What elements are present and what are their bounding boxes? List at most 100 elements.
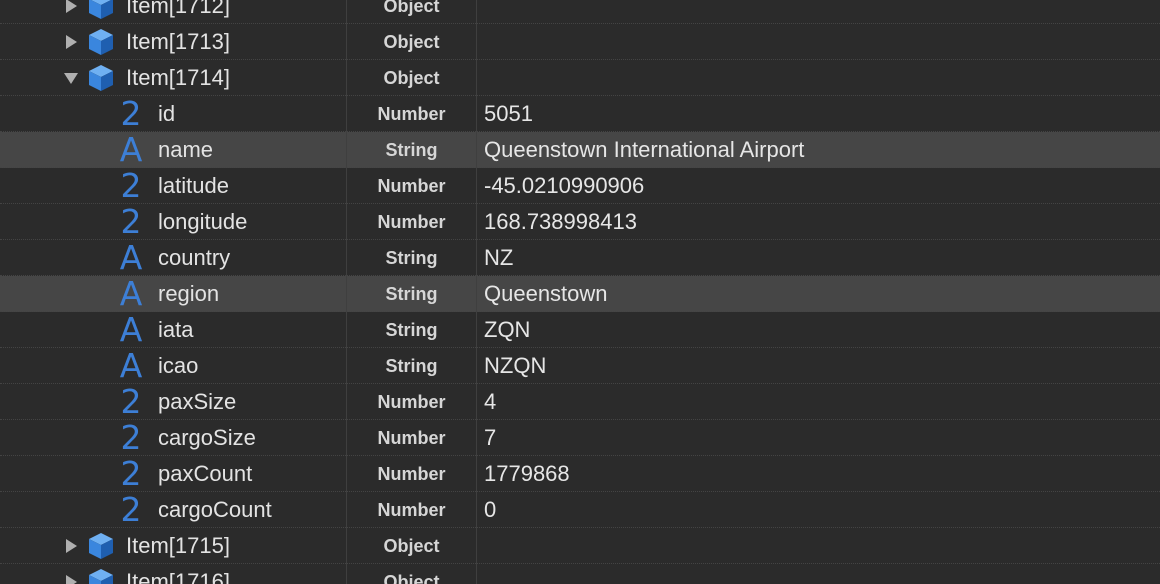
key-label: paxSize [158,389,237,414]
outline-row-property[interactable]: 2 cargoSize Number 7 [0,420,1160,456]
key-label: Item[1715] [126,533,230,558]
string-type-icon: A [119,274,143,313]
type-cell[interactable]: Number [347,456,477,492]
type-label: Number [377,103,446,124]
outline-row-property[interactable]: 2 longitude Number 168.738998413 [0,204,1160,240]
type-cell[interactable]: Object [347,564,477,584]
outline-row-property[interactable]: Aicao String NZQN [0,348,1160,384]
key-cell: 2 paxSize [0,384,347,420]
key-cell: 2 longitude [0,204,347,240]
outline-row-object[interactable]: Item[1714] Object [0,60,1160,96]
type-cell[interactable]: Number [347,384,477,420]
value-cell[interactable] [477,528,1160,564]
key-label: id [158,101,176,126]
outline-row-property[interactable]: Aiata String ZQN [0,312,1160,348]
outline-row-property[interactable]: 2 cargoCount Number 0 [0,492,1160,528]
number-type-icon: 2 [120,454,142,493]
outline-row-object[interactable]: Item[1713] Object [0,24,1160,60]
value-cell[interactable]: 168.738998413 [477,204,1160,240]
value-cell[interactable]: 5051 [477,96,1160,132]
number-type-icon: 2 [120,382,142,421]
value-cell[interactable] [477,564,1160,584]
value-cell[interactable]: 7 [477,420,1160,456]
value-label: 5051 [484,101,533,126]
type-label: String [385,355,438,376]
value-cell[interactable]: ZQN [477,312,1160,348]
value-cell[interactable]: Queenstown [477,276,1160,312]
key-cell: Aiata [0,312,347,348]
number-type-icon: 2 [120,166,142,205]
key-label: icao [158,353,199,378]
value-cell[interactable]: NZ [477,240,1160,276]
outline-row-property[interactable]: Aname String Queenstown International Airp… [0,132,1160,168]
type-label: Number [377,427,446,448]
type-label: String [385,319,438,340]
value-label: NZ [484,245,514,270]
outline-row-property[interactable]: 2 paxSize Number 4 [0,384,1160,420]
type-cell[interactable]: Object [347,24,477,60]
type-cell[interactable]: String [347,312,477,348]
key-label: Item[1714] [126,65,230,90]
disclosure-triangle-collapsed-icon[interactable] [64,539,78,553]
outline-row-property[interactable]: Aregion String Queenstown [0,276,1160,312]
string-type-icon: A [119,310,143,349]
type-cell[interactable]: String [347,276,477,312]
key-cell: 2 cargoCount [0,492,347,528]
key-label: longitude [158,209,248,234]
outline-row-object[interactable]: Item[1715] Object [0,528,1160,564]
type-cell[interactable]: Number [347,420,477,456]
key-cell: Item[1712] [0,0,347,24]
type-label: Number [377,463,446,484]
type-label: Object [383,535,440,556]
value-label: ZQN [484,317,531,342]
string-type-icon: A [119,238,143,277]
key-cell: 2 id [0,96,347,132]
value-cell[interactable] [477,24,1160,60]
type-label: Object [383,67,440,88]
outline-row-property[interactable]: Acountry String NZ [0,240,1160,276]
outline-row-property[interactable]: 2 latitude Number -45.0210990906 [0,168,1160,204]
type-cell[interactable]: Number [347,204,477,240]
type-label: Number [377,175,446,196]
disclosure-triangle-collapsed-icon[interactable] [64,575,78,584]
value-cell[interactable]: 0 [477,492,1160,528]
disclosure-triangle-collapsed-icon[interactable] [64,0,78,13]
string-type-icon: A [119,346,143,385]
disclosure-triangle-collapsed-icon[interactable] [64,35,78,49]
value-label: Queenstown [484,281,608,306]
key-cell: Acountry [0,240,347,276]
value-cell[interactable]: NZQN [477,348,1160,384]
key-label: latitude [158,173,229,198]
type-cell[interactable]: Number [347,96,477,132]
value-cell[interactable]: 1779868 [477,456,1160,492]
value-cell[interactable] [477,60,1160,96]
outline-row-object[interactable]: Item[1716] Object [0,564,1160,584]
number-type-icon: 2 [120,94,142,133]
outline-row-property[interactable]: 2 id Number 5051 [0,96,1160,132]
key-cell: Aname [0,132,347,168]
type-cell[interactable]: Object [347,528,477,564]
cube-icon [86,531,116,561]
value-cell[interactable]: Queenstown International Airport [477,132,1160,168]
type-cell[interactable]: String [347,132,477,168]
type-label: Object [383,0,440,16]
value-cell[interactable] [477,0,1160,24]
type-cell[interactable]: Object [347,60,477,96]
outline-rows: Item[1712] Object Item[1713] Object Item[171… [0,0,1160,584]
type-cell[interactable]: Number [347,492,477,528]
type-cell[interactable]: Object [347,0,477,24]
value-cell[interactable]: 4 [477,384,1160,420]
key-label: Item[1712] [126,0,230,18]
type-cell[interactable]: String [347,240,477,276]
value-label: 4 [484,389,497,414]
key-label: region [158,281,220,306]
disclosure-triangle-expanded-icon[interactable] [64,71,78,85]
type-label: String [385,283,438,304]
outline-row-object[interactable]: Item[1712] Object [0,0,1160,24]
json-outline-view[interactable]: Item[1712] Object Item[1713] Object Item[171… [0,0,1160,584]
outline-row-property[interactable]: 2 paxCount Number 1779868 [0,456,1160,492]
type-cell[interactable]: String [347,348,477,384]
type-cell[interactable]: Number [347,168,477,204]
value-cell[interactable]: -45.0210990906 [477,168,1160,204]
number-type-icon: 2 [120,490,142,529]
